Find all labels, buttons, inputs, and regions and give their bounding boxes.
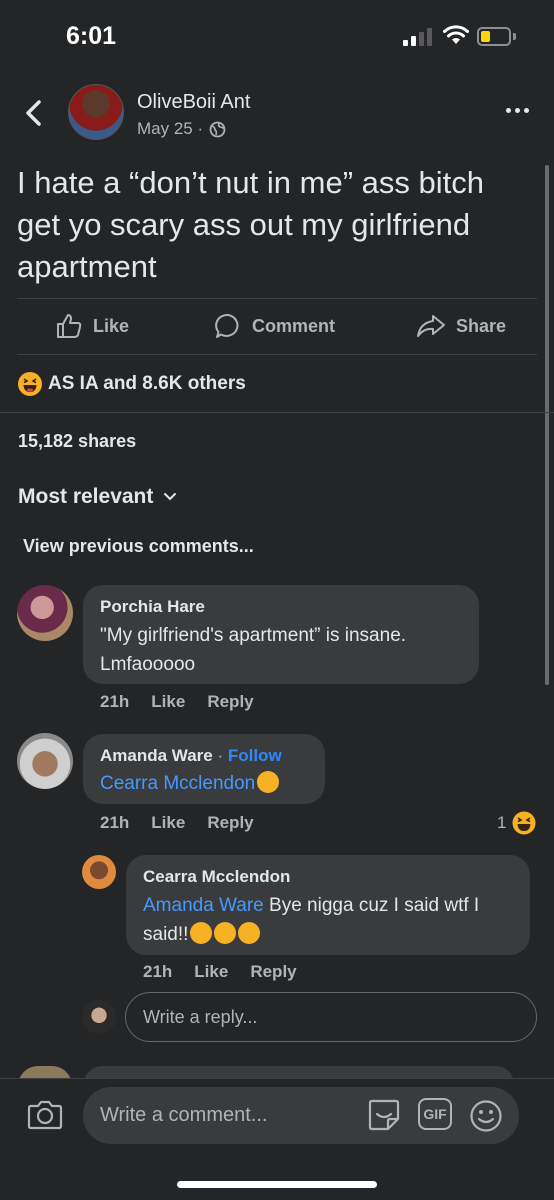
comment-actions: 21h Like Reply bbox=[100, 813, 254, 833]
commenter-header: Amanda Ware · Follow bbox=[100, 746, 282, 766]
comment-input[interactable]: Write a comment... bbox=[83, 1087, 519, 1144]
signal-icon bbox=[403, 28, 433, 46]
status-time: 6:01 bbox=[66, 22, 117, 50]
like-button[interactable]: Like bbox=[55, 312, 129, 340]
post-meta: May 25 · bbox=[137, 119, 226, 139]
sort-label: Most relevant bbox=[18, 485, 154, 508]
divider bbox=[17, 354, 537, 355]
comment-label: Comment bbox=[252, 315, 336, 336]
comment-text: "My girlfriend's apartment” is insane. L… bbox=[100, 625, 407, 675]
comment-actions: 21h Like Reply bbox=[100, 692, 254, 712]
reply-reply-button[interactable]: Reply bbox=[250, 962, 296, 982]
back-icon[interactable] bbox=[22, 98, 46, 128]
post-header: OliveBoii Ant May 25 · bbox=[0, 80, 554, 150]
reply-time: 21h bbox=[143, 962, 173, 981]
replier-avatar[interactable] bbox=[82, 855, 116, 889]
post-actions: Like Comment Share bbox=[0, 300, 554, 354]
emoji-icon[interactable] bbox=[469, 1099, 503, 1133]
reply-actions: 21h Like Reply bbox=[143, 962, 297, 982]
comment-reaction-count[interactable]: 1 bbox=[497, 811, 536, 835]
mention-link[interactable]: Cearra Mcclendon bbox=[100, 773, 255, 794]
follow-separator: · bbox=[212, 746, 228, 765]
replier-name[interactable]: Cearra Mcclendon bbox=[143, 867, 290, 887]
gif-button[interactable]: GIF bbox=[418, 1098, 452, 1130]
comment-like-button[interactable]: Like bbox=[151, 813, 185, 833]
comment-text: Cearra Mcclendon bbox=[100, 769, 280, 798]
reply-input-placeholder: Write a reply... bbox=[143, 1006, 258, 1027]
author-name[interactable]: OliveBoii Ant bbox=[137, 91, 250, 114]
tears-of-joy-emoji-icon bbox=[257, 771, 280, 793]
reactions-summary[interactable]: AS IA and 8.6K others bbox=[18, 372, 246, 396]
like-label: Like bbox=[93, 315, 130, 336]
globe-icon bbox=[209, 121, 226, 137]
reply-text: Amanda Ware Bye nigga cuz I said wtf I s… bbox=[143, 891, 523, 949]
haha-reaction-icon bbox=[512, 811, 536, 835]
rofl-emoji-icon bbox=[214, 922, 237, 944]
rofl-emoji-icon bbox=[238, 922, 261, 944]
reply-like-button[interactable]: Like bbox=[194, 962, 228, 982]
scrollbar[interactable] bbox=[545, 165, 549, 685]
post-date[interactable]: May 25 · bbox=[137, 119, 203, 139]
comment-like-button[interactable]: Like bbox=[151, 692, 185, 712]
gif-label: GIF bbox=[423, 1106, 447, 1122]
camera-icon[interactable] bbox=[27, 1098, 63, 1130]
comment-time: 21h bbox=[100, 813, 130, 832]
rofl-emoji-icon bbox=[190, 922, 213, 944]
comment-button[interactable]: Comment bbox=[214, 312, 335, 340]
comment-time: 21h bbox=[100, 692, 130, 711]
reactions-text: AS IA and 8.6K others bbox=[48, 373, 246, 394]
battery-icon bbox=[477, 27, 511, 46]
comment-reply-button[interactable]: Reply bbox=[207, 692, 253, 712]
comment-icon bbox=[215, 313, 239, 338]
current-user-avatar bbox=[82, 1000, 116, 1034]
commenter-name[interactable]: Porchia Hare bbox=[100, 597, 205, 617]
share-label: Share bbox=[456, 315, 507, 336]
bottom-comment-bar: Write a comment... GIF bbox=[0, 1078, 554, 1200]
comment-reply-button[interactable]: Reply bbox=[207, 813, 253, 833]
like-icon bbox=[57, 314, 82, 338]
status-bar: 6:01 bbox=[0, 0, 554, 70]
share-button[interactable]: Share bbox=[416, 312, 506, 340]
view-previous-comments[interactable]: View previous comments... bbox=[23, 536, 254, 557]
haha-reaction-icon bbox=[18, 372, 42, 396]
shares-count[interactable]: 15,182 shares bbox=[18, 431, 136, 452]
mention-link[interactable]: Amanda Ware bbox=[143, 895, 264, 916]
divider bbox=[17, 298, 537, 299]
reaction-count: 1 bbox=[497, 813, 507, 832]
comment-input-placeholder: Write a comment... bbox=[100, 1104, 268, 1126]
more-options-icon[interactable] bbox=[506, 108, 529, 113]
home-indicator bbox=[177, 1181, 377, 1188]
chevron-down-icon bbox=[164, 493, 177, 501]
post-text: I hate a “don’t nut in me” ass bitch get… bbox=[17, 165, 484, 284]
sort-dropdown[interactable]: Most relevant bbox=[18, 485, 177, 509]
commenter-avatar[interactable] bbox=[17, 733, 73, 789]
author-avatar[interactable] bbox=[68, 84, 124, 140]
commenter-avatar[interactable] bbox=[17, 585, 73, 641]
wifi-icon bbox=[443, 25, 469, 44]
commenter-name[interactable]: Amanda Ware bbox=[100, 746, 213, 765]
reply-input[interactable]: Write a reply... bbox=[125, 992, 537, 1042]
share-icon bbox=[417, 315, 445, 337]
sticker-icon[interactable] bbox=[366, 1097, 402, 1133]
divider bbox=[0, 412, 554, 413]
follow-button[interactable]: Follow bbox=[228, 746, 282, 765]
